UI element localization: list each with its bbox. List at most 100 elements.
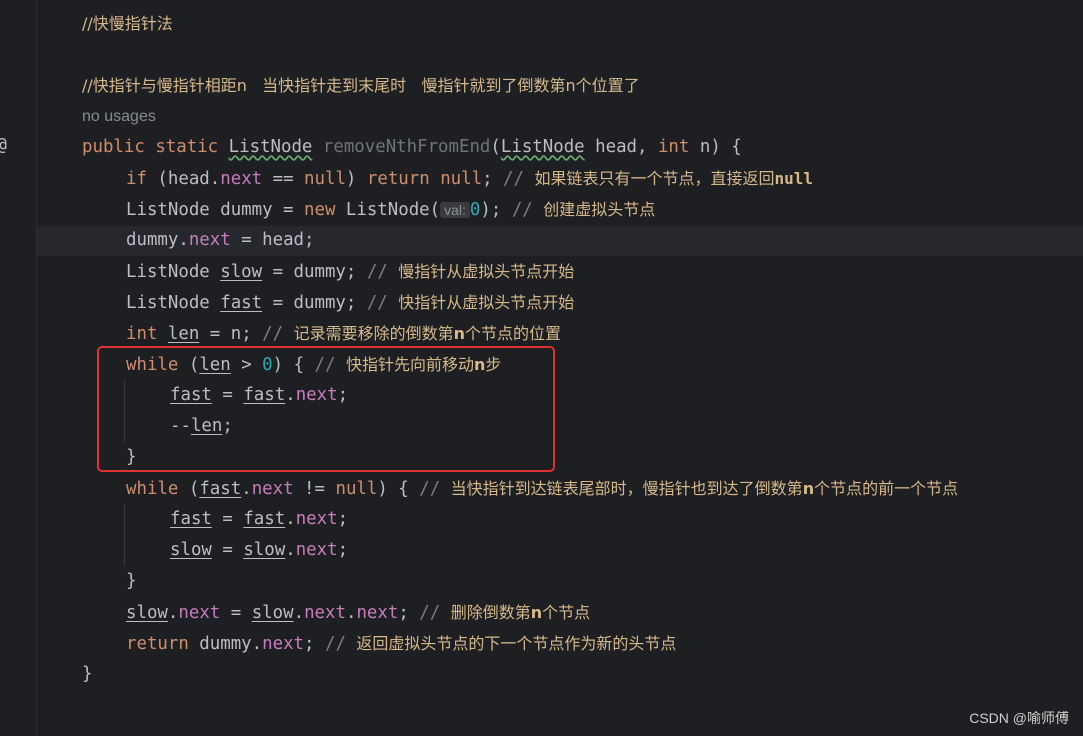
keyword: return [126,634,189,654]
comment-marker: // [419,479,451,499]
type-name[interactable]: ListNode [501,137,585,157]
keyword: public [82,137,145,157]
variable: slow [251,603,294,623]
code-line-remove[interactable]: slow.next = slow.next.next; // 删除倒数第n个节点 [126,597,590,628]
code-line-slow[interactable]: ListNode slow = dummy; // 慢指针从虚拟头节点开始 [126,256,574,287]
code-text: ListNode dummy = [126,200,304,220]
comment: 如果链表只有一个节点，直接返回 [534,169,775,188]
code-text: . [293,603,305,623]
comment: n [530,603,543,622]
field: next [295,540,338,560]
keyword: null [304,169,346,189]
code-line-close-brace[interactable]: } [126,566,136,597]
code-text: ; [304,634,325,654]
field: next [178,603,221,623]
comment-marker: // [262,324,294,344]
code-text: n) { [689,137,742,157]
code-text: dummy. [126,230,189,250]
code-text: ) { [377,479,420,499]
comment: null [774,169,813,188]
comment: 删除倒数第 [450,603,531,622]
keyword: return [366,169,430,189]
code-text: = [220,603,252,623]
code-text: ( [178,479,200,499]
code-text: dummy. [188,634,263,654]
usages-hint[interactable]: no usages [82,101,156,132]
keyword: while [126,479,179,499]
comment: 当快指针到达链表尾部时，慢指针也到达了倒数第 [450,479,803,498]
comment: 返回虚拟头节点的下一个节点作为新的头节点 [356,634,677,653]
field: next [304,603,346,623]
code-line-if[interactable]: if (head.next == null) return null; // 如… [126,163,813,194]
highlight-annotation-box [97,346,555,472]
comment: 个节点的前一个节点 [814,479,959,498]
variable: len [167,324,200,344]
field: next [356,603,399,623]
code-text: } [126,571,137,591]
indent-guide [124,504,125,566]
code-line-1[interactable]: //快慢指针法 [82,8,173,39]
code-text: != [293,479,336,499]
code-text: = [211,509,244,529]
variable: fast [170,509,212,529]
code-text: . [167,603,179,623]
code-line-slow-step[interactable]: slow = slow.next; [170,535,348,566]
comment-marker: // [366,293,399,313]
code-text: . [345,603,357,623]
comment-marker: // [503,169,535,189]
code-text: = dummy; [262,262,367,282]
field: next [251,479,294,499]
comment: 记录需要移除的倒数第 [293,324,454,343]
field: next [220,169,263,189]
keyword: int [657,137,690,157]
variable: fast [220,293,263,313]
comment: 个节点的位置 [464,324,561,343]
field: next [262,634,305,654]
type-name[interactable]: ListNode [229,137,313,157]
parameter-hint: val: [440,202,470,218]
code-line-method-close[interactable]: } [82,659,92,690]
keyword: null [335,479,378,499]
comment-marker: // [324,634,357,654]
watermark: CSDN @喻师傅 [969,710,1069,726]
code-line-while-fast[interactable]: while (fast.next != null) { // 当快指针到达链表尾… [126,473,958,504]
code-text: ListNode [126,262,221,282]
keyword: null [440,169,483,189]
code-text: ListNode [126,293,221,313]
code-text: == [262,169,305,189]
code-line-dummy[interactable]: ListNode dummy = new ListNode(val: 0); //… [126,194,655,225]
code-line-len[interactable]: int len = n; // 记录需要移除的倒数第n个节点的位置 [126,318,561,349]
code-line-fast-step[interactable]: fast = fast.next; [170,504,348,535]
keyword: new [304,200,336,220]
comment-marker: // [419,603,451,623]
code-text: = [211,540,244,560]
code-text: ) [345,169,367,189]
field: next [295,509,338,529]
code-text: ListNode( [335,200,441,220]
method-name[interactable]: removeNthFromEnd [323,137,491,157]
override-marker-icon[interactable]: @ [0,134,7,155]
variable: slow [243,540,286,560]
code-text: . [241,479,252,499]
comment-marker: // [366,262,399,282]
variable: fast [199,479,242,499]
code-line-return[interactable]: return dummy.next; // 返回虚拟头节点的下一个节点作为新的头… [126,628,676,659]
method-signature-line[interactable]: public static ListNode removeNthFromEnd(… [82,132,742,163]
comment: //快慢指针法 [82,14,173,33]
code-text: ); [480,200,512,220]
code-line-dummy-next[interactable]: dummy.next = head; [126,225,314,256]
code-line-3[interactable]: //快指针与慢指针相距n 当快指针走到末尾时 慢指针就到了倒数第n个位置了 [82,70,640,101]
keyword: if [126,169,147,189]
comment: 个节点 [542,603,591,622]
variable: slow [220,262,263,282]
comment: n [802,479,815,498]
editor-gutter: @ [0,0,37,736]
code-text: = dummy; [262,293,367,313]
comment-marker: // [511,200,544,220]
code-line-fast[interactable]: ListNode fast = dummy; // 快指针从虚拟头节点开始 [126,287,574,318]
code-text: . [285,540,296,560]
